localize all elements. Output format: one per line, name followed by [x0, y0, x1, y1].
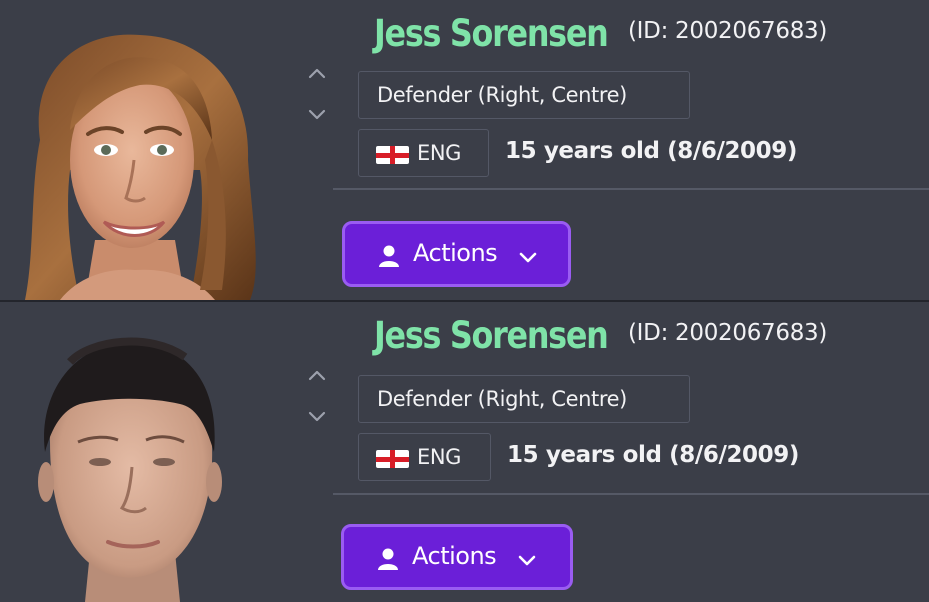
nationality-code: ENG — [417, 141, 462, 165]
player-age: 15 years old (8/6/2009) — [505, 138, 797, 164]
previous-player-chevron-up-icon[interactable] — [305, 364, 329, 388]
position-badge: Defender (Right, Centre) — [358, 375, 690, 423]
player-navigation — [300, 62, 334, 132]
player-navigation — [300, 364, 334, 434]
divider — [333, 188, 929, 190]
player-id: (ID: 2002067683) — [628, 18, 828, 44]
actions-dropdown-button[interactable]: Actions — [342, 221, 571, 287]
previous-player-chevron-up-icon[interactable] — [305, 62, 329, 86]
nationality-badge[interactable]: ENG — [358, 433, 491, 481]
player-name: Jess Sorensen — [374, 12, 609, 55]
actions-dropdown-button[interactable]: Actions — [341, 524, 573, 590]
position-text: Defender (Right, Centre) — [377, 83, 627, 107]
nationality-badge[interactable]: ENG — [358, 129, 489, 177]
divider — [333, 493, 929, 495]
player-portrait-photo — [0, 0, 270, 300]
person-icon — [379, 245, 399, 267]
actions-button-label: Actions — [412, 542, 497, 570]
position-text: Defender (Right, Centre) — [377, 387, 627, 411]
england-flag-icon — [376, 146, 409, 164]
player-name: Jess Sorensen — [374, 314, 609, 357]
player-header-panel: Jess Sorensen (ID: 2002067683) Defender … — [0, 302, 929, 602]
player-age: 15 years old (8/6/2009) — [507, 442, 799, 468]
player-portrait-3d — [0, 302, 270, 602]
person-icon — [378, 548, 398, 570]
chevron-down-icon — [519, 252, 537, 263]
position-badge: Defender (Right, Centre) — [358, 71, 690, 119]
portrait-3d-image — [38, 337, 222, 602]
portrait-photo-image — [25, 34, 256, 300]
actions-button-label: Actions — [413, 239, 498, 267]
next-player-chevron-down-icon[interactable] — [305, 102, 329, 126]
player-id: (ID: 2002067683) — [628, 320, 828, 346]
england-flag-icon — [376, 450, 409, 468]
nationality-code: ENG — [417, 445, 462, 469]
next-player-chevron-down-icon[interactable] — [305, 404, 329, 428]
player-header-panel: Jess Sorensen (ID: 2002067683) Defender … — [0, 0, 929, 300]
chevron-down-icon — [518, 555, 536, 566]
